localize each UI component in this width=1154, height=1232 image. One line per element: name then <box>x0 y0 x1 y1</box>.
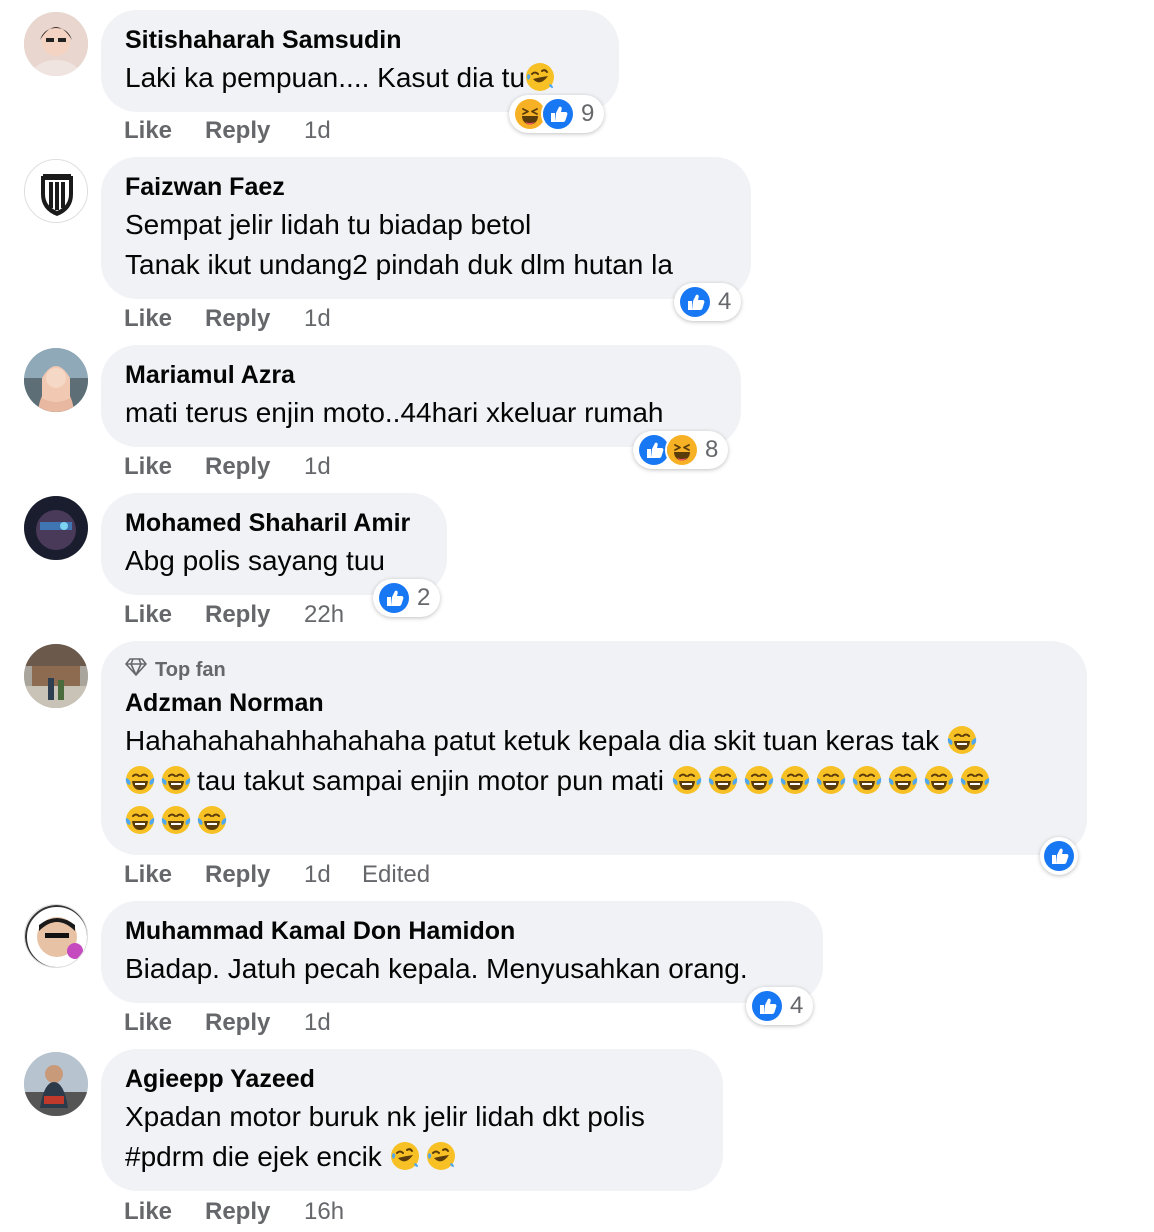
comment-bubble: Top fan Adzman Norman Hahahahahahhahahah… <box>101 641 1087 855</box>
comment-timestamp[interactable]: 22h <box>304 601 344 629</box>
joy-emoji-icon <box>743 765 774 795</box>
reaction-count: 8 <box>705 436 719 463</box>
comment-text-line <box>125 801 996 841</box>
comment-author[interactable]: Faizwan Faez <box>125 173 285 202</box>
avatar[interactable] <box>24 348 88 412</box>
joy-emoji-icon <box>671 765 702 795</box>
comment-author[interactable]: Mohamed Shaharil Amir <box>125 509 410 538</box>
joy-emoji-icon <box>923 765 954 795</box>
edited-label[interactable]: Edited <box>362 861 430 889</box>
comment-author[interactable]: Sitishaharah Samsudin <box>125 26 401 55</box>
comment-line: tau takut sampai enjin motor pun mati <box>197 765 664 796</box>
joy-emoji-icon <box>125 805 155 835</box>
like-icon <box>1042 839 1076 873</box>
like-icon <box>750 989 784 1023</box>
joy-emoji-icon <box>779 765 810 795</box>
like-link[interactable]: Like <box>124 453 172 481</box>
joy-emoji-icon <box>707 765 738 795</box>
joy-emoji-icon <box>959 765 990 795</box>
comment-bubble: Muhammad Kamal Don Hamidon Biadap. Jatuh… <box>101 901 823 1003</box>
rolling-laughing-emoji-icon <box>525 62 556 92</box>
reaction-summary[interactable]: 9 <box>509 95 605 133</box>
comment-line: #pdrm die ejek encik <box>125 1141 382 1172</box>
comment-line: Tanak ikut undang2 pindah duk dlm hutan … <box>125 249 673 280</box>
like-icon <box>377 581 411 615</box>
comment-timestamp[interactable]: 1d <box>304 117 331 145</box>
reaction-summary[interactable] <box>1040 837 1078 875</box>
comment-author[interactable]: Adzman Norman <box>125 689 324 718</box>
comment-text: Hahahahahahhahahaha patut ketuk kepala d… <box>125 721 996 841</box>
comment-author[interactable]: Agieepp Yazeed <box>125 1065 315 1094</box>
reply-link[interactable]: Reply <box>205 453 270 481</box>
like-link[interactable]: Like <box>124 117 172 145</box>
comment-line: Laki ka pempuan.... Kasut dia tu <box>125 62 526 93</box>
reaction-summary[interactable]: 4 <box>674 283 742 321</box>
avatar[interactable] <box>24 12 88 76</box>
reply-link[interactable]: Reply <box>205 861 270 889</box>
comment-text: Abg polis sayang tuu <box>125 541 385 581</box>
joy-emoji-icon <box>161 805 191 835</box>
reply-link[interactable]: Reply <box>205 1198 270 1226</box>
reaction-summary[interactable]: 8 <box>633 431 729 469</box>
rolling-laughing-emoji-icon <box>389 1141 420 1171</box>
diamond-icon <box>125 657 147 683</box>
reply-link[interactable]: Reply <box>205 305 270 333</box>
avatar[interactable] <box>24 1052 88 1116</box>
joy-emoji-icon <box>197 805 227 835</box>
comment-timestamp[interactable]: 1d <box>304 453 331 481</box>
avatar[interactable] <box>24 496 88 560</box>
comment-text-line: Hahahahahahhahahaha patut ketuk kepala d… <box>125 721 996 761</box>
comment-timestamp[interactable]: 1d <box>304 1009 331 1037</box>
like-link[interactable]: Like <box>124 861 172 889</box>
haha-icon <box>665 433 699 467</box>
comment-timestamp[interactable]: 16h <box>304 1198 344 1226</box>
reaction-count: 2 <box>417 584 431 611</box>
reply-link[interactable]: Reply <box>205 601 270 629</box>
comment-line: mati terus enjin moto..44hari xkeluar ru… <box>125 397 664 428</box>
comment-author[interactable]: Mariamul Azra <box>125 361 295 390</box>
comment-text: Xpadan motor buruk nk jelir lidah dkt po… <box>125 1097 645 1177</box>
like-link[interactable]: Like <box>124 305 172 333</box>
avatar[interactable] <box>24 904 88 968</box>
reaction-summary[interactable]: 4 <box>746 987 814 1025</box>
joy-emoji-icon <box>946 725 977 755</box>
comment-line: Hahahahahahhahahaha patut ketuk kepala d… <box>125 725 940 756</box>
joy-emoji-icon <box>125 765 155 795</box>
like-link[interactable]: Like <box>124 601 172 629</box>
reply-link[interactable]: Reply <box>205 1009 270 1037</box>
comment-line: Biadap. Jatuh pecah kepala. Menyusahkan … <box>125 953 748 984</box>
top-fan-label: Top fan <box>155 658 226 681</box>
like-icon <box>678 285 712 319</box>
rolling-laughing-emoji-icon <box>425 1141 456 1171</box>
comment-text: mati terus enjin moto..44hari xkeluar ru… <box>125 393 663 433</box>
like-link[interactable]: Like <box>124 1198 172 1226</box>
top-fan-badge: Top fan <box>125 657 226 683</box>
like-icon <box>541 97 575 131</box>
comment-text-line: tau takut sampai enjin motor pun mati <box>125 761 996 801</box>
comment-bubble: Agieepp Yazeed Xpadan motor buruk nk jel… <box>101 1049 723 1191</box>
like-link[interactable]: Like <box>124 1009 172 1037</box>
reply-link[interactable]: Reply <box>205 117 270 145</box>
reaction-count: 4 <box>790 992 804 1019</box>
joy-emoji-icon <box>887 765 918 795</box>
reaction-count: 9 <box>581 100 595 127</box>
comment-text: Laki ka pempuan.... Kasut dia tu <box>125 58 561 98</box>
comment-bubble: Faizwan Faez Sempat jelir lidah tu biada… <box>101 157 751 299</box>
comment-text: Sempat jelir lidah tu biadap betol Tanak… <box>125 205 673 285</box>
avatar[interactable] <box>24 159 88 223</box>
comment-timestamp[interactable]: 1d <box>304 861 331 889</box>
comment-timestamp[interactable]: 1d <box>304 305 331 333</box>
joy-emoji-icon <box>161 765 191 795</box>
avatar[interactable] <box>24 644 88 708</box>
comment-text-line: #pdrm die ejek encik <box>125 1137 645 1177</box>
reaction-count: 4 <box>718 288 732 315</box>
comment-text: Biadap. Jatuh pecah kepala. Menyusahkan … <box>125 949 748 989</box>
reaction-summary[interactable]: 2 <box>373 579 441 617</box>
comment-line: Sempat jelir lidah tu biadap betol <box>125 209 532 240</box>
joy-emoji-icon <box>815 765 846 795</box>
comment-line: Xpadan motor buruk nk jelir lidah dkt po… <box>125 1101 645 1132</box>
joy-emoji-icon <box>851 765 882 795</box>
comment-line: Abg polis sayang tuu <box>125 545 385 576</box>
comment-author[interactable]: Muhammad Kamal Don Hamidon <box>125 917 515 946</box>
